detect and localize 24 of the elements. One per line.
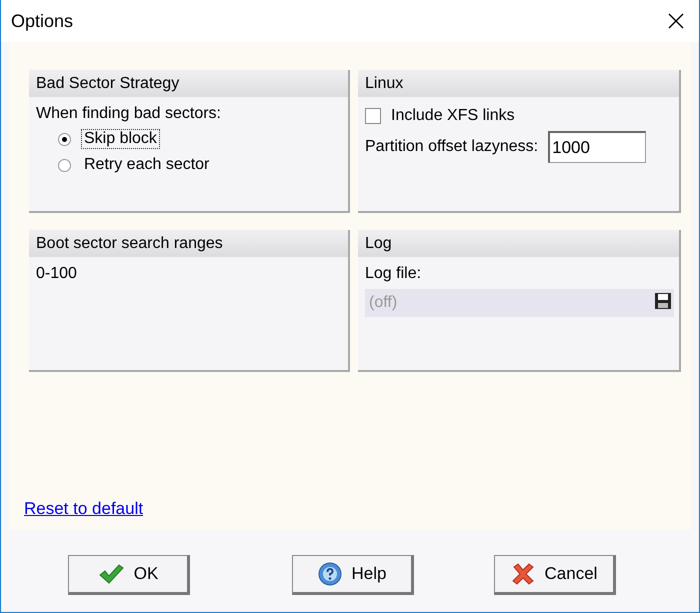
radio-button[interactable]	[58, 158, 71, 172]
ok-button[interactable]: OK	[68, 555, 190, 595]
radio-button[interactable]	[58, 132, 71, 146]
input-field[interactable]: 1000	[548, 131, 646, 163]
panel-title: Bad Sector Strategy	[36, 74, 180, 92]
help-icon	[318, 562, 342, 586]
checkmark-icon	[98, 563, 124, 585]
window-title: Options	[11, 10, 74, 32]
reset-link[interactable]: Reset to default	[24, 499, 144, 519]
close-icon	[668, 13, 684, 29]
cancel-button[interactable]: Cancel	[494, 555, 616, 595]
checkbox-label: Include XFS links	[391, 107, 515, 125]
help-button[interactable]: Help	[292, 555, 414, 595]
field-label: Log file:	[365, 265, 422, 283]
radio-label[interactable]: Retry each sector	[81, 155, 212, 175]
checkbox[interactable]	[365, 108, 381, 124]
ranges-text: 0-100	[36, 265, 78, 283]
panel-title: Linux	[365, 74, 404, 92]
prompt-label: When finding bad sectors:	[36, 105, 222, 123]
panel-title: Log	[365, 234, 392, 252]
field-label: Partition offset lazyness:	[365, 138, 538, 156]
radio-label[interactable]: Skip block	[81, 129, 160, 149]
cross-icon	[510, 562, 535, 586]
panel-title: Boot sector search ranges	[36, 234, 223, 252]
